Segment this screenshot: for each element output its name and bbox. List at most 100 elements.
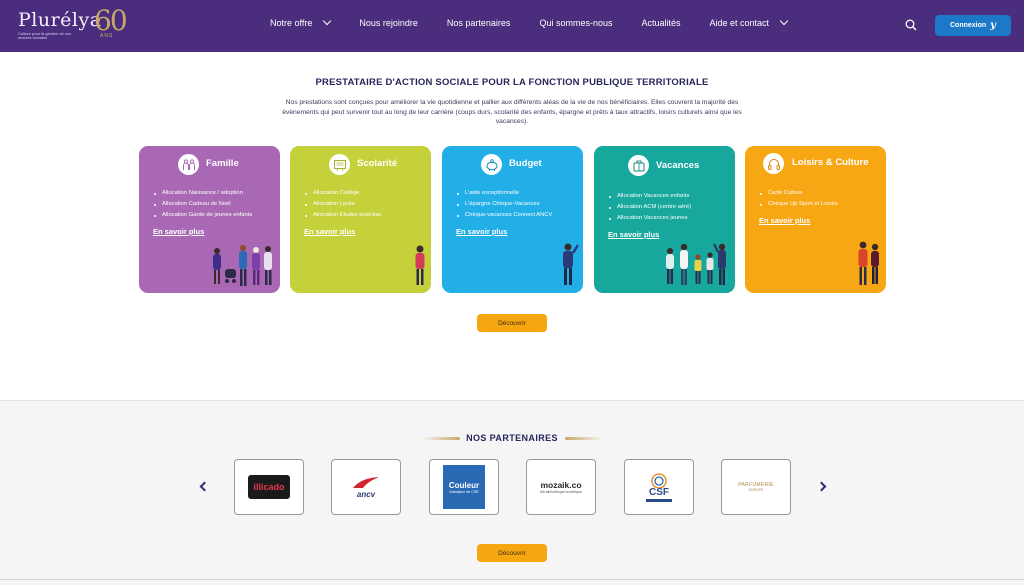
card-loisirs-culture[interactable]: Loisirs & Culture Carte Culture Chèque U… xyxy=(745,146,886,293)
card-list: Allocation Vacances enfants Allocation A… xyxy=(608,191,691,224)
nav-item-aide-contact[interactable]: Aide et contact xyxy=(709,16,789,28)
family-illustration xyxy=(213,245,272,286)
list-item: Allocation Lycée xyxy=(304,199,382,210)
list-item: Chèque-vacances Connect ANCV xyxy=(456,210,552,221)
card-budget[interactable]: Budget L'aide exceptionnelle L'épargne C… xyxy=(442,146,583,293)
anniversary-number: 60 xyxy=(94,4,128,37)
illicado-logo: illicado xyxy=(248,475,290,499)
partner-logo-text: mozaik.co xyxy=(540,480,582,490)
logo-name: Plurélya xyxy=(18,9,102,31)
nav-item-actualites[interactable]: Actualités xyxy=(641,18,680,28)
person-illustration xyxy=(563,243,580,285)
partners-title: NOS PARTENAIRES xyxy=(466,433,558,443)
en-savoir-plus-link[interactable]: En savoir plus xyxy=(304,227,355,236)
list-item: Allocation Vacances enfants xyxy=(608,191,691,202)
card-list: Allocation Naissance / adoption Allocati… xyxy=(153,188,252,221)
card-list: Allocation Collège Allocation Lycée Allo… xyxy=(304,188,382,221)
partners-section: NOS PARTENAIRES illicado ancv Couleur An… xyxy=(0,400,1024,585)
partner-logo-subtext: Animateur de CSR xyxy=(449,489,479,494)
parfumerie-logo: PARFUMERIE EUROPE xyxy=(738,482,773,492)
list-item: Chèque Up Sport et Loisirs xyxy=(759,199,838,210)
family-vacation-illustration xyxy=(666,243,726,285)
partner-logo-csf[interactable]: CSF xyxy=(624,459,694,515)
list-item: Allocation Études post-bac xyxy=(304,210,382,221)
nav-item-qui-sommes-nous[interactable]: Qui sommes-nous xyxy=(539,18,612,28)
search-icon[interactable] xyxy=(905,19,917,31)
title-decoration xyxy=(565,437,603,440)
discover-button[interactable]: Découvrir xyxy=(477,314,547,332)
partner-logo-text: CSF xyxy=(649,487,669,498)
connexion-button[interactable]: Connexion y xyxy=(935,15,1011,36)
card-title: Budget xyxy=(509,158,542,169)
nav-label: Actualités xyxy=(641,18,681,28)
list-item: Allocation Garde de jeunes enfants xyxy=(153,210,252,221)
school-board-icon xyxy=(329,154,350,175)
nav-label: Nos partenaires xyxy=(446,18,511,28)
nav-label: Nous rejoindre xyxy=(359,18,418,28)
card-list: Carte Culture Chèque Up Sport et Loisirs xyxy=(759,188,838,210)
partner-logo-couleur-csr[interactable]: Couleur Animateur de CSR xyxy=(429,459,499,515)
list-item: L'aide exceptionnelle xyxy=(456,188,552,199)
partner-logo-subtext: EUROPE xyxy=(748,488,764,492)
page-title: PRESTATAIRE D'ACTION SOCIALE POUR LA FON… xyxy=(315,77,709,88)
card-list: L'aide exceptionnelle L'épargne Chèque-V… xyxy=(456,188,552,221)
card-title: Loisirs & Culture xyxy=(792,157,869,168)
card-scolarite[interactable]: Scolarité Allocation Collège Allocation … xyxy=(290,146,431,293)
chevron-down-icon xyxy=(323,16,332,26)
headphones-icon xyxy=(763,153,784,174)
nav-label: Aide et contact xyxy=(709,18,770,28)
nav-label: Notre offre xyxy=(270,18,313,28)
en-savoir-plus-link[interactable]: En savoir plus xyxy=(608,230,659,239)
nav-item-nos-partenaires[interactable]: Nos partenaires xyxy=(447,18,511,28)
site-logo[interactable]: Plurélya Culture pour la gestion de vos … xyxy=(18,10,102,40)
logo-tagline: Culture pour la gestion de vos œuvres so… xyxy=(18,31,72,40)
partner-logo-illicado[interactable]: illicado xyxy=(234,459,304,515)
anniversary-label: ANS xyxy=(100,33,114,39)
csf-emblem-icon xyxy=(651,473,667,488)
card-title: Scolarité xyxy=(357,158,398,169)
list-item: Allocation ACM (centre aéré) xyxy=(608,202,691,213)
main-nav: Notre offre Nous rejoindre Nos partenair… xyxy=(270,16,816,28)
en-savoir-plus-link[interactable]: En savoir plus xyxy=(153,227,204,236)
nav-item-nous-rejoindre[interactable]: Nous rejoindre xyxy=(359,18,418,28)
mozaik-logo: mozaik.co Ma bibliothèque numérique xyxy=(540,480,582,494)
partner-logo-text: ancv xyxy=(356,489,376,499)
discover-button[interactable]: Découvrir xyxy=(477,544,547,562)
nav-item-notre-offre[interactable]: Notre offre xyxy=(270,16,332,28)
list-item: Allocation Naissance / adoption xyxy=(153,188,252,199)
couple-illustration xyxy=(858,241,879,285)
list-item: Carte Culture xyxy=(759,188,838,199)
list-item: Allocation Vacances jeunes xyxy=(608,213,691,224)
en-savoir-plus-link[interactable]: En savoir plus xyxy=(759,216,810,225)
list-item: Allocation Cadeau de Noël xyxy=(153,199,252,210)
intro-text: Nos prestations sont conçues pour amélio… xyxy=(282,99,742,125)
partner-logo-ancv[interactable]: ancv xyxy=(331,459,401,515)
connexion-label: Connexion xyxy=(950,22,987,29)
chevron-right-icon[interactable] xyxy=(816,481,827,492)
divider xyxy=(0,579,1024,580)
csf-underline xyxy=(646,499,672,502)
partner-logo-text: illicado xyxy=(253,482,285,492)
piggy-bank-icon xyxy=(481,154,502,175)
partner-logo-parfumerie[interactable]: PARFUMERIE EUROPE xyxy=(721,459,791,515)
nav-label: Qui sommes-nous xyxy=(539,18,613,28)
partner-logo-mozaik[interactable]: mozaik.co Ma bibliothèque numérique xyxy=(526,459,596,515)
chevron-down-icon xyxy=(779,16,789,26)
anniversary-badge: 60 ANS xyxy=(94,6,128,40)
connexion-logo-icon: y xyxy=(990,20,996,31)
suitcase-icon xyxy=(628,155,649,176)
partner-logo-text: Couleur xyxy=(448,480,480,490)
site-header: Plurélya Culture pour la gestion de vos … xyxy=(0,0,1024,52)
csf-logo: CSF xyxy=(646,472,672,502)
chevron-left-icon[interactable] xyxy=(199,481,210,492)
family-icon xyxy=(178,154,199,175)
card-famille[interactable]: Famille Allocation Naissance / adoption … xyxy=(139,146,280,293)
student-illustration xyxy=(415,245,425,285)
card-title: Famille xyxy=(206,158,239,169)
en-savoir-plus-link[interactable]: En savoir plus xyxy=(456,227,507,236)
list-item: L'épargne Chèque-Vacances xyxy=(456,199,552,210)
list-item: Allocation Collège xyxy=(304,188,382,199)
ancv-logo: ancv xyxy=(351,476,381,499)
card-vacances[interactable]: Vacances Allocation Vacances enfants All… xyxy=(594,146,735,293)
partner-logo-subtext: Ma bibliothèque numérique xyxy=(539,490,583,494)
